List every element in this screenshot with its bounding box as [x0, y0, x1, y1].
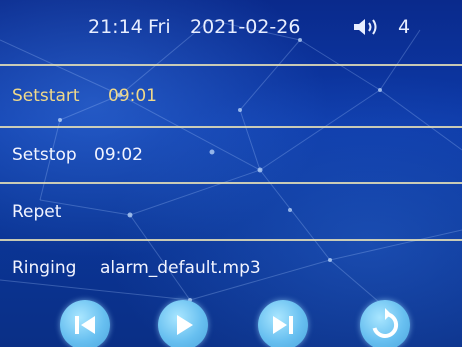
next-icon: [273, 316, 293, 334]
ringing-label: Ringing: [12, 258, 77, 278]
setstop-value: 09:02: [94, 145, 143, 165]
date: 2021-02-26: [190, 16, 301, 38]
weekday: Fri: [148, 16, 171, 38]
divider: [0, 64, 462, 66]
setstart-value: 09:01: [108, 86, 157, 106]
divider: [0, 126, 462, 128]
menu-item-setstart[interactable]: Setstart 09:01: [0, 70, 462, 122]
volume-level: 4: [398, 16, 411, 38]
next-button[interactable]: [258, 300, 308, 347]
setstart-label: Setstart: [12, 86, 80, 106]
repeat-icon: [372, 308, 399, 338]
repeat-label: Repet: [12, 202, 62, 222]
divider: [0, 182, 462, 184]
speaker-icon: [354, 19, 377, 35]
repeat-button[interactable]: [360, 300, 410, 347]
ringing-value: alarm_default.mp3: [100, 258, 261, 278]
previous-icon: [75, 316, 95, 334]
status-bar: 21:14 Fri 2021-02-26 4: [0, 0, 462, 64]
setstop-label: Setstop: [12, 145, 77, 165]
previous-button[interactable]: [60, 300, 110, 347]
menu-item-ringing[interactable]: Ringing alarm_default.mp3: [0, 242, 462, 294]
playback-controls: [0, 296, 462, 347]
play-button[interactable]: [158, 300, 208, 347]
alarm-settings-screen: 21:14 Fri 2021-02-26 4 Setstart 09:01 Se…: [0, 0, 462, 347]
play-icon: [177, 315, 193, 335]
menu-item-repeat[interactable]: Repet: [0, 186, 462, 238]
clock-time: 21:14: [88, 16, 143, 38]
divider: [0, 239, 462, 241]
menu-item-setstop[interactable]: Setstop 09:02: [0, 129, 462, 181]
